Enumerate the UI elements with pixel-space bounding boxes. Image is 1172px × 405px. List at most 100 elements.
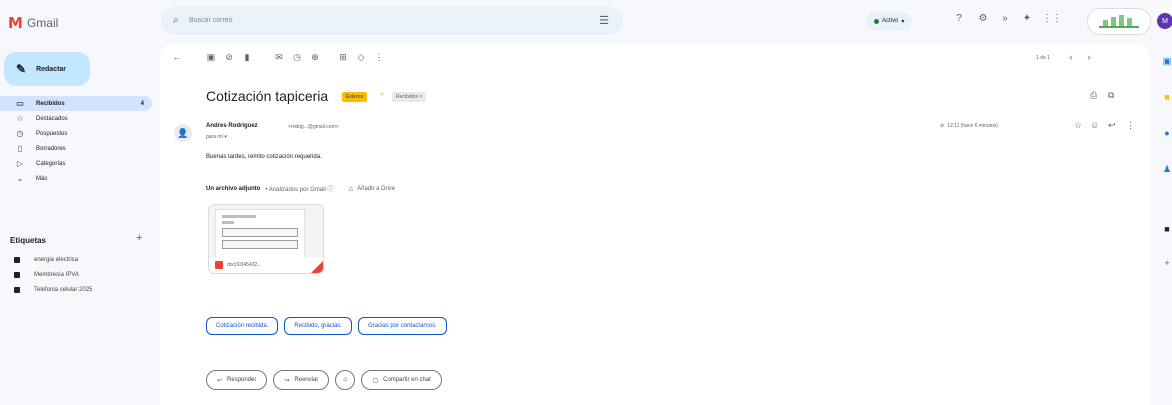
importance-marker-icon[interactable]: » (380, 91, 384, 98)
sidebar-nav: ▭ Recibidos 4 ☆ Destacados ◷ Pospuestos … (0, 96, 156, 186)
newer-icon[interactable]: ‹ (1064, 52, 1078, 62)
pdf-icon (215, 261, 223, 269)
add-task-icon[interactable]: ⊕ (308, 52, 322, 63)
addon-icon[interactable]: ■ (1162, 224, 1172, 234)
sender-avatar: 👤 (174, 124, 192, 142)
search-options-icon[interactable]: ☰ (599, 14, 609, 27)
star-icon: ☆ (16, 114, 24, 123)
forward-button[interactable]: ↪ Reenviar (273, 370, 330, 390)
label-tag-icon (14, 256, 20, 263)
gmail-logo-icon: M (8, 14, 23, 32)
sidebar-item-starred[interactable]: ☆ Destacados (0, 111, 152, 126)
older-icon[interactable]: › (1082, 52, 1096, 62)
labels-heading: Etiquetas (10, 236, 47, 245)
add-label-icon[interactable]: + (136, 232, 142, 244)
label-name: energia electrica (34, 256, 79, 263)
attachment-footer: doc00345432... (209, 257, 323, 273)
clock-icon: ◷ (16, 129, 24, 138)
folder-badge[interactable]: Recibidos × (392, 92, 427, 102)
recipient-details[interactable]: para mí ▾ (206, 134, 227, 140)
sidebar-item-snoozed[interactable]: ◷ Pospuestos (0, 126, 152, 141)
drive-icon: △ (348, 186, 354, 192)
sidebar-label-item[interactable]: Membresía IPVA (0, 267, 156, 282)
move-to-icon[interactable]: ⊞ (336, 52, 350, 63)
account-avatar[interactable]: M (1157, 13, 1172, 29)
tasks-icon[interactable]: ● (1162, 128, 1172, 138)
organization-logo[interactable] (1087, 8, 1151, 35)
smart-reply-chip[interactable]: Recibido, gracias. (284, 317, 353, 335)
snooze-icon[interactable]: ◷ (290, 52, 304, 63)
gmail-logo[interactable]: M Gmail (8, 14, 58, 32)
calendar-icon[interactable]: ▣ (1162, 56, 1172, 67)
sidebar-item-more[interactable]: ⌄ Más (0, 171, 152, 186)
emoji-reaction-icon[interactable]: ☺ (1090, 120, 1099, 130)
keep-icon[interactable]: ■ (1162, 92, 1172, 102)
search-bar[interactable]: ⌕ Buscar correo ☰ (161, 7, 623, 35)
attachment-preview (215, 209, 305, 259)
forward-icon: ↪ (284, 377, 290, 384)
status-dot (874, 18, 879, 24)
smart-reply-chip[interactable]: Cotización recibida. (206, 317, 279, 335)
attachment-name: doc00345432... (227, 262, 262, 268)
more-options-icon[interactable]: ⋮ (1126, 120, 1135, 131)
apps-grid-icon[interactable]: ⋮⋮ (1042, 13, 1062, 24)
attachment-corner (311, 261, 323, 273)
emoji-button[interactable]: ☺ (335, 370, 356, 390)
smart-reply-chip[interactable]: Gracias por contactarnos. (358, 317, 447, 335)
sidebar-item-categories[interactable]: ▷ Categorías (0, 156, 152, 171)
delete-icon[interactable]: ▮ (240, 52, 254, 63)
chevron-down-icon: ⌄ (16, 174, 24, 183)
sidebar-item-inbox[interactable]: ▭ Recibidos 4 (0, 96, 152, 111)
chat-icon: ▢ (372, 377, 379, 384)
labels-icon[interactable]: ◇ (354, 52, 368, 63)
add-addon-icon[interactable]: + (1162, 258, 1172, 268)
add-to-drive-button[interactable]: △ Añadir a Drive (348, 185, 396, 193)
attachments-title: Un archivo adjunto (206, 185, 261, 192)
star-icon[interactable]: ☆ (1074, 120, 1082, 131)
reply-icon[interactable]: ↩ (1108, 120, 1116, 131)
label-tag-icon (14, 286, 20, 293)
share-chat-button[interactable]: ▢ Compartir en chat (361, 370, 442, 390)
help-icon[interactable]: ? (952, 13, 966, 24)
status-label: Activo (882, 18, 899, 24)
gemini-icon[interactable]: » (998, 13, 1012, 24)
report-spam-icon[interactable]: ⊘ (222, 52, 236, 63)
open-new-window-icon[interactable]: ⧉ (1108, 90, 1114, 101)
sidebar-item-label: Más (36, 175, 48, 182)
print-icon[interactable]: ⎙ (1090, 90, 1097, 101)
reply-label: Responder (227, 377, 257, 383)
mark-unread-icon[interactable]: ✉ (272, 52, 286, 63)
smart-replies: Cotización recibida. Recibido, gracias. … (206, 317, 447, 335)
compose-label: Redactar (36, 65, 67, 73)
contacts-icon[interactable]: ♟ (1162, 164, 1172, 175)
sidebar-item-label: Recibidos (36, 100, 65, 107)
scan-note: • Analizados por Gmail ⓘ (265, 187, 334, 193)
chevron-down-icon: ▾ (901, 18, 905, 25)
email-subject: Cotización tapiceria (206, 88, 329, 104)
sparkle-icon[interactable]: ✦ (1020, 13, 1034, 24)
search-icon[interactable]: ⌕ (173, 15, 179, 26)
sidebar-item-drafts[interactable]: ▯ Borradores (0, 141, 152, 156)
add-to-drive-label: Añadir a Drive (357, 185, 396, 192)
message-view: ← ▣ ⊘ ▮ ✉ ◷ ⊕ ⊞ ◇ ⋮ 1 de 1 ‹ › Cotizació… (160, 44, 1150, 405)
back-arrow-icon[interactable]: ← (170, 52, 184, 62)
sidebar-label-item[interactable]: energia electrica (0, 252, 156, 267)
email-time: ⊘ 12:11 (hace 6 minutos) (940, 123, 998, 129)
sender-email: <rodrig...@gmail.com> (288, 124, 339, 130)
sender-name: Andres Rodriguez (206, 123, 258, 129)
label-name: Telefonia celular 2025 (34, 286, 93, 293)
external-badge: Externo (342, 92, 368, 102)
sidebar-label-item[interactable]: Telefonia celular 2025 (0, 282, 156, 297)
sidebar-item-label: Categorías (36, 160, 66, 167)
unread-count: 4 (140, 100, 144, 107)
attachment-card[interactable]: doc00345432... (208, 204, 324, 274)
share-chat-label: Compartir en chat (383, 377, 431, 383)
compose-button[interactable]: ✎ Redactar (4, 52, 90, 86)
status-chip[interactable]: Activo ▾ (866, 12, 913, 30)
settings-icon[interactable]: ⚙ (976, 13, 990, 24)
label-tag-icon (14, 271, 20, 278)
archive-icon[interactable]: ▣ (204, 52, 218, 63)
search-input[interactable]: Buscar correo (189, 17, 233, 24)
reply-button[interactable]: ↩ Responder (206, 370, 268, 390)
more-options-icon[interactable]: ⋮ (372, 52, 386, 63)
